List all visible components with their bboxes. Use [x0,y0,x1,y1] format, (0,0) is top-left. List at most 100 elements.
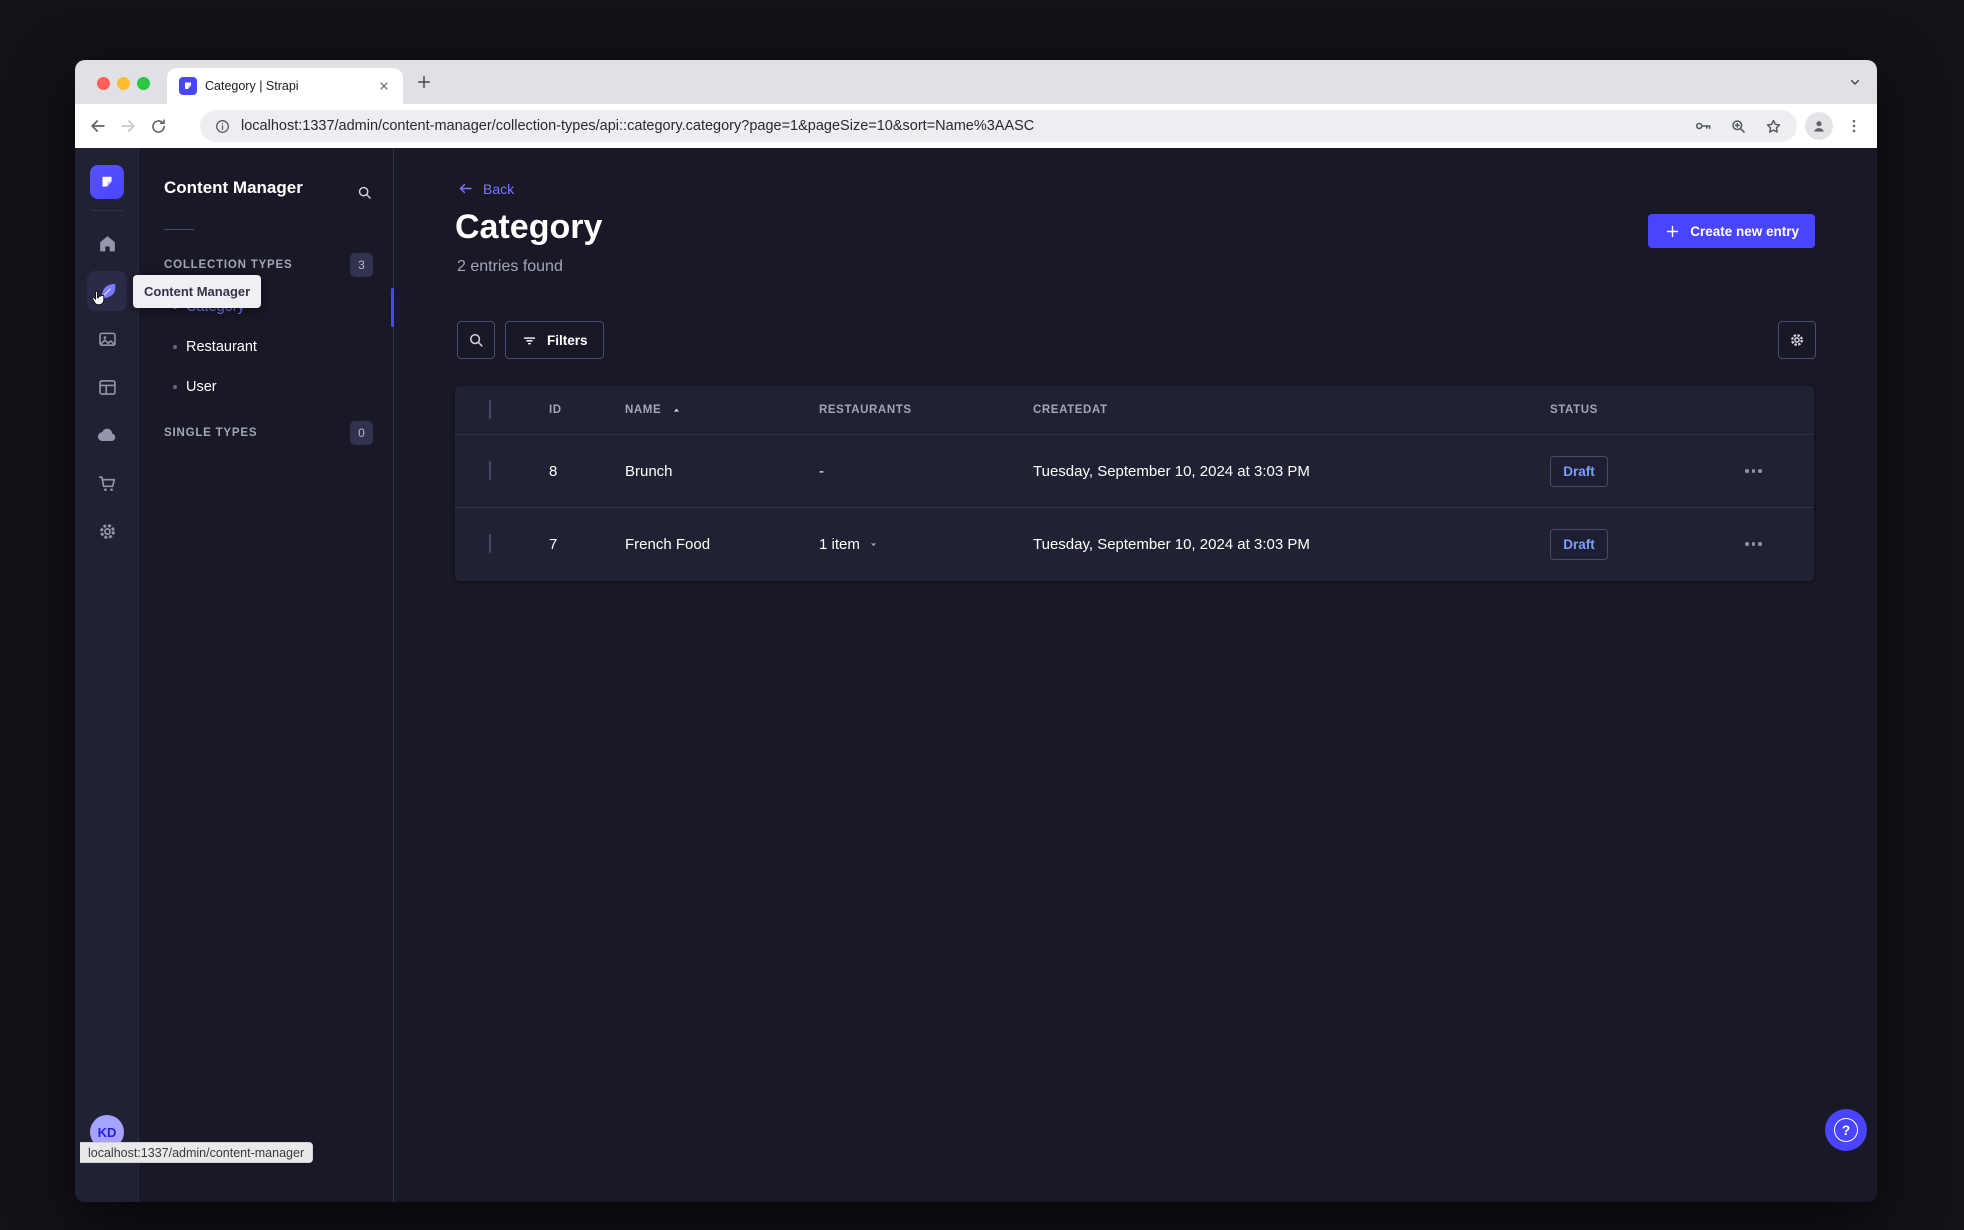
content-type-builder-icon [97,377,118,398]
gear-icon [1788,331,1806,349]
sidebar-item-media-library[interactable] [87,319,127,359]
subnav-item-restaurant[interactable]: Restaurant [164,334,381,360]
bullet-icon [173,345,177,349]
section-label: COLLECTION TYPES [164,259,293,271]
cell-id: 7 [549,535,558,553]
bullet-icon [173,385,177,389]
main-content: Back Category 2 entries found Create new… [394,148,1877,1202]
back-icon[interactable] [83,111,113,141]
cell-name: Brunch [625,462,673,480]
home-icon [97,233,118,254]
subnav-item-label: Restaurant [186,339,257,355]
link-status-bar: localhost:1337/admin/content-manager [80,1142,314,1163]
cell-createdat: Tuesday, September 10, 2024 at 3:03 PM [1033,535,1310,553]
collection-types-count-badge: 3 [350,253,373,277]
subnav-item-label: User [186,379,217,395]
search-icon [467,331,485,349]
column-header-createdat[interactable]: CREATEDAT [1033,404,1550,416]
cell-restaurants: - [819,462,824,480]
page-title: Category [455,208,603,246]
column-header-name-label: NAME [625,404,662,416]
entries-table: ID NAME RESTAURANTS CREATEDAT STATUS 8 B… [455,386,1814,581]
browser-tab-strip: Category | Strapi [75,60,1877,104]
url-text: localhost:1337/admin/content-manager/col… [241,118,1035,134]
table-row[interactable]: 7 French Food 1 item Tuesday, September … [455,507,1814,580]
page-info-icon[interactable] [214,118,231,135]
filters-button-label: Filters [547,332,588,348]
filters-button[interactable]: Filters [505,321,604,359]
cloud-icon [96,424,118,446]
tab-search-chevron-icon[interactable] [1847,74,1863,90]
cell-id: 8 [549,462,558,480]
table-search-button[interactable] [457,321,495,359]
table-header-row: ID NAME RESTAURANTS CREATEDAT STATUS [455,386,1814,434]
sidebar-item-settings[interactable] [87,511,127,551]
strapi-admin-app: KD Content Manager COLLECTION TYPES 3 Ca… [75,148,1877,1202]
forward-icon[interactable] [113,111,143,141]
browser-window: Category | Strapi localhost:1337/admin/c… [75,60,1877,1202]
cell-createdat: Tuesday, September 10, 2024 at 3:03 PM [1033,462,1310,480]
row-checkbox[interactable] [489,534,491,553]
avatar-initials: KD [97,1124,117,1140]
sidebar-item-deploy[interactable] [87,415,127,455]
subnav-divider [164,229,194,230]
back-link[interactable]: Back [457,180,514,197]
sidebar-item-content-type-builder[interactable] [87,367,127,407]
column-header-restaurants[interactable]: RESTAURANTS [819,404,1033,416]
password-key-icon[interactable] [1693,116,1713,136]
rail-divider [91,210,123,211]
create-button-label: Create new entry [1690,223,1799,239]
zoom-icon[interactable] [1729,117,1748,136]
help-button[interactable]: ? [1825,1109,1867,1151]
single-types-count-badge: 0 [350,421,373,445]
row-checkbox[interactable] [489,461,491,480]
maximize-window-button[interactable] [137,77,150,90]
column-header-id[interactable]: ID [549,404,625,416]
status-badge: Draft [1550,528,1608,560]
cart-icon [97,473,118,494]
subnav-item-user[interactable]: User [164,374,381,400]
strapi-logo[interactable] [90,165,124,199]
row-actions-menu-icon[interactable] [1745,542,1814,546]
reload-icon[interactable] [143,111,173,141]
mouse-cursor-icon [89,289,108,310]
status-badge: Draft [1550,455,1608,487]
new-tab-button[interactable] [415,73,433,91]
close-window-button[interactable] [97,77,110,90]
filter-lines-icon [521,332,538,349]
view-settings-button[interactable] [1778,321,1816,359]
subnav-title: Content Manager [164,178,303,197]
create-new-entry-button[interactable]: Create new entry [1648,214,1815,248]
minimize-window-button[interactable] [117,77,130,90]
bookmark-star-icon[interactable] [1764,117,1783,136]
browser-toolbar: localhost:1337/admin/content-manager/col… [75,104,1877,148]
cell-restaurants-label: 1 item [819,535,860,553]
row-actions-menu-icon[interactable] [1745,469,1814,473]
browser-tab[interactable]: Category | Strapi [167,68,403,104]
sidebar-item-home[interactable] [87,223,127,263]
single-types-section: SINGLE TYPES 0 [164,420,373,446]
cell-restaurants[interactable]: 1 item [819,536,1033,553]
table-row[interactable]: 8 Brunch - Tuesday, September 10, 2024 a… [455,434,1814,507]
tab-close-icon[interactable] [375,77,393,95]
column-header-name[interactable]: NAME [625,404,819,416]
sidebar-item-marketplace[interactable] [87,463,127,503]
chevron-down-icon [868,539,879,550]
gear-icon [97,521,118,542]
content-manager-tooltip: Content Manager [133,275,262,308]
browser-profile-icon[interactable] [1805,112,1833,140]
arrow-left-icon [457,180,474,197]
sort-ascending-icon [671,405,682,416]
select-all-checkbox[interactable] [489,400,491,419]
browser-menu-icon[interactable] [1845,115,1863,137]
cell-name: French Food [625,535,711,553]
search-icon[interactable] [356,184,373,201]
media-library-icon [97,329,118,350]
column-header-status[interactable]: STATUS [1550,404,1745,416]
section-label: SINGLE TYPES [164,427,258,439]
window-controls [97,77,150,90]
url-bar[interactable]: localhost:1337/admin/content-manager/col… [200,110,1797,142]
back-label: Back [483,180,515,197]
strapi-favicon-icon [179,77,197,95]
desktop-background: Category | Strapi localhost:1337/admin/c… [0,0,1964,1230]
